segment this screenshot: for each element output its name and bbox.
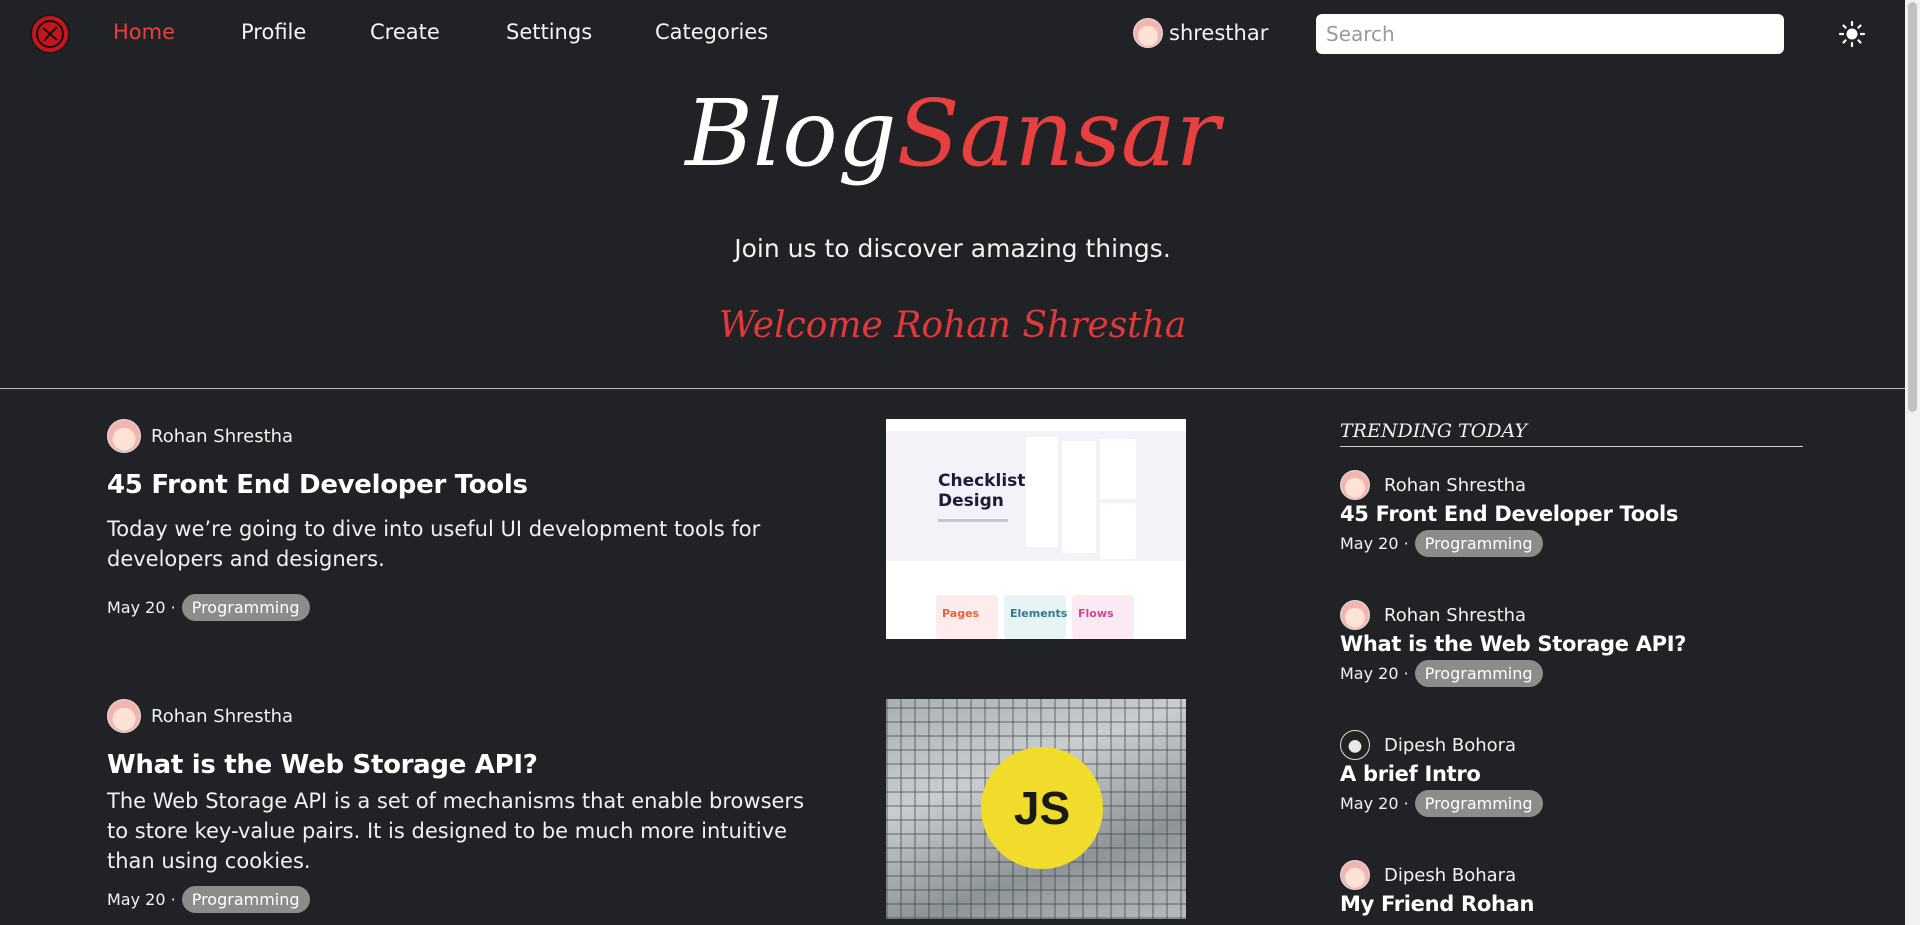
username: shresthar xyxy=(1169,21,1269,45)
nav-link-categories[interactable]: Categories xyxy=(655,20,768,44)
nav-link-settings[interactable]: Settings xyxy=(506,20,592,44)
author-name: Rohan Shrestha xyxy=(151,705,294,727)
post-date: May 20 · xyxy=(107,598,176,617)
top-navbar: Home Profile Create Settings Categories … xyxy=(0,0,1905,68)
trending-date: May 20 · xyxy=(1340,664,1409,683)
theme-toggle-sun-icon[interactable] xyxy=(1838,20,1866,48)
thumb-tile-elements: Elements xyxy=(1004,595,1067,639)
post-thumbnail[interactable]: JS xyxy=(886,699,1186,919)
thumb-card xyxy=(1100,503,1136,559)
thumb-card xyxy=(1100,439,1136,499)
site-title: BlogSansar xyxy=(0,88,1905,180)
trending-date: May 20 · xyxy=(1340,534,1409,553)
category-tag[interactable]: Programming xyxy=(1414,790,1543,817)
trending-title[interactable]: What is the Web Storage API? xyxy=(1340,632,1803,656)
trending-meta: May 20 · Programming xyxy=(1340,660,1803,687)
nav-link-profile[interactable]: Profile xyxy=(241,20,306,44)
thumb-tile-flows: Flows xyxy=(1072,595,1134,639)
user-avatar xyxy=(1133,18,1163,48)
nav-link-create[interactable]: Create xyxy=(370,20,440,44)
nav-link-home[interactable]: Home xyxy=(113,20,175,44)
site-title-sansar: Sansar xyxy=(896,80,1220,187)
trending-sidebar: TRENDING TODAY Rohan Shrestha 45 Front E… xyxy=(1340,420,1803,916)
thumb-subtitle-line xyxy=(938,519,1008,522)
trending-author[interactable]: Rohan Shrestha xyxy=(1340,600,1803,630)
scrollbar-thumb[interactable] xyxy=(1908,2,1917,412)
author-name: Rohan Shrestha xyxy=(1384,474,1527,496)
trending-heading: TRENDING TODAY xyxy=(1340,420,1803,447)
trending-meta: May 20 · Programming xyxy=(1340,530,1803,557)
trending-title[interactable]: A brief Intro xyxy=(1340,762,1803,786)
user-menu[interactable]: shresthar xyxy=(1133,18,1268,48)
thumb-heading-line2: Design xyxy=(938,491,1004,511)
author-name: Dipesh Bohora xyxy=(1384,734,1517,756)
site-title-blog: Blog xyxy=(685,80,897,187)
thumb-card xyxy=(1062,441,1096,553)
trending-item[interactable]: Rohan Shrestha What is the Web Storage A… xyxy=(1340,600,1803,687)
author-name: Rohan Shrestha xyxy=(151,425,294,447)
author-name: Dipesh Bohara xyxy=(1384,864,1517,886)
welcome-message: Welcome Rohan Shrestha xyxy=(718,305,1187,346)
category-tag[interactable]: Programming xyxy=(181,594,310,621)
post-date: May 20 · xyxy=(107,890,176,909)
search-input[interactable] xyxy=(1316,14,1784,54)
thumb-tile-pages: Pages xyxy=(936,595,998,639)
trending-date: May 20 · xyxy=(1340,794,1409,813)
site-tagline: Join us to discover amazing things. xyxy=(734,234,1171,263)
trending-title[interactable]: My Friend Rohan xyxy=(1340,892,1803,916)
trending-item[interactable]: Rohan Shrestha 45 Front End Developer To… xyxy=(1340,470,1803,557)
author-avatar xyxy=(1340,860,1370,890)
trending-meta: May 20 · Programming xyxy=(1340,790,1803,817)
trending-author[interactable]: Dipesh Bohora xyxy=(1340,730,1803,760)
thumb-heading: Checklist Design xyxy=(938,471,1025,511)
thumb-heading-line1: Checklist xyxy=(938,471,1026,491)
post-thumbnail[interactable]: Checklist Design Pages Elements Flows xyxy=(886,419,1186,639)
author-avatar xyxy=(1340,730,1370,760)
author-avatar xyxy=(107,699,141,733)
hero-divider xyxy=(0,388,1905,389)
author-avatar xyxy=(1340,600,1370,630)
thumb-card xyxy=(1026,437,1058,547)
trending-item[interactable]: Dipesh Bohara My Friend Rohan xyxy=(1340,860,1803,916)
author-avatar xyxy=(1340,470,1370,500)
javascript-logo-icon: JS xyxy=(981,747,1103,869)
trending-item[interactable]: Dipesh Bohora A brief Intro May 20 · Pro… xyxy=(1340,730,1803,817)
post-excerpt: Today we’re going to dive into useful UI… xyxy=(107,517,761,571)
category-tag[interactable]: Programming xyxy=(1414,530,1543,557)
post-excerpt: The Web Storage API is a set of mechanis… xyxy=(107,789,805,873)
category-tag[interactable]: Programming xyxy=(181,886,310,913)
trending-author[interactable]: Dipesh Bohara xyxy=(1340,860,1803,890)
author-avatar xyxy=(107,419,141,453)
page-scrollbar[interactable] xyxy=(1905,0,1920,925)
thumb-toolbar xyxy=(886,419,1186,431)
trending-title[interactable]: 45 Front End Developer Tools xyxy=(1340,502,1803,526)
site-logo-icon[interactable] xyxy=(30,14,70,54)
category-tag[interactable]: Programming xyxy=(1414,660,1543,687)
author-name: Rohan Shrestha xyxy=(1384,604,1527,626)
trending-author[interactable]: Rohan Shrestha xyxy=(1340,470,1803,500)
